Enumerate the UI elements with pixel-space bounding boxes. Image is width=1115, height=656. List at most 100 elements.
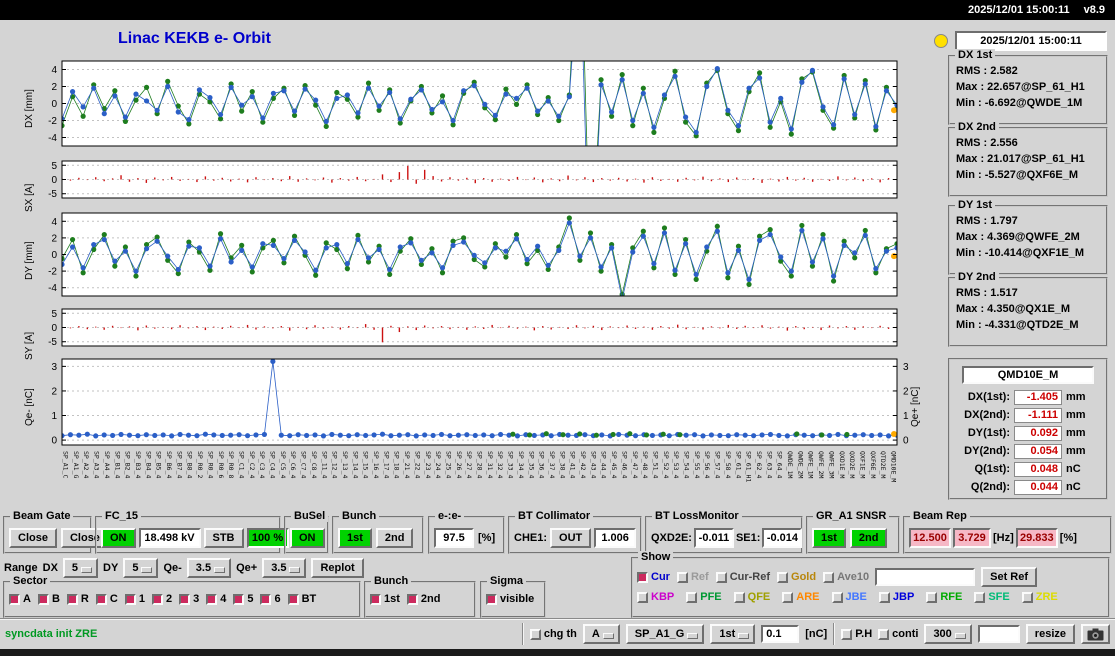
dy-orbit-plot: 4 2 0 -2 -4 [48, 212, 898, 297]
bpm-label-sp_16_4: SP_16_4 [372, 451, 380, 479]
show-region-label-jbe: JBE [845, 591, 867, 603]
sector-label-2: 2 [165, 593, 173, 605]
threshold-input[interactable] [761, 625, 800, 643]
svg-text:-2: -2 [48, 267, 57, 278]
svg-text:0: 0 [51, 436, 57, 447]
bpm-label-sp_61_4: SP_61_4 [734, 451, 743, 479]
range-dx-select[interactable]: 5 [62, 558, 99, 578]
beam-gate-close-button-1[interactable]: Close [9, 528, 57, 548]
show-region-checkbox-are[interactable] [782, 591, 794, 603]
bpm-label-sp_64_4: SP_64_4 [775, 451, 784, 479]
gr-snsr-2nd-button[interactable]: 2nd [849, 528, 888, 548]
show-region-checkbox-zre[interactable] [1021, 591, 1033, 603]
sector-label-3: 3 [193, 593, 200, 605]
show-region-checkbox-sfe[interactable] [974, 591, 986, 603]
sector-item-4: 4 [206, 593, 226, 605]
range-dy-label: DY [103, 562, 119, 574]
device-sp-select[interactable]: SP_A1_G [625, 624, 705, 644]
bpm-label-sp_r0_2: SP_R0_2 [196, 451, 205, 479]
sector-checkbox-4[interactable] [206, 593, 218, 605]
bt-loss-se1-label: SE1: [735, 532, 761, 544]
sector-checkbox-a[interactable] [9, 593, 20, 605]
sector-checkbox-3[interactable] [179, 593, 191, 605]
show-region-checkbox-kbp[interactable] [637, 591, 648, 603]
device-a-select[interactable]: A [582, 624, 620, 644]
fc15-on-button[interactable]: ON [101, 528, 136, 548]
bpm-label-sp_c5_4: SP_C5_4 [278, 451, 287, 479]
bpm-label-sp_a3_4: SP_A3_4 [92, 451, 101, 479]
sector-checkbox-5[interactable] [233, 593, 245, 605]
sigma-checkbox-visible[interactable] [486, 593, 497, 605]
show-checkbox-ref[interactable] [676, 571, 688, 583]
beam-rep-pct-unit: [%] [1059, 532, 1077, 544]
set-ref-button[interactable]: Set Ref [981, 567, 1038, 587]
sector-checkbox-6[interactable] [260, 593, 272, 605]
bunch-filter-item-1st: 1st [370, 593, 400, 605]
bt-collimator-out-button[interactable]: OUT [550, 528, 592, 548]
svg-text:1: 1 [903, 411, 909, 422]
sector-checkbox-r[interactable] [66, 593, 78, 605]
sector-checkbox-bt[interactable] [287, 593, 299, 605]
show-checkbox-cur[interactable] [637, 571, 648, 583]
ph-checkbox[interactable] [841, 628, 853, 640]
readout-label: DY(2nd): [964, 445, 1010, 457]
sector-checkbox-2[interactable] [151, 593, 163, 605]
bpm-label-qmd10e_m: QMD10E_M [889, 451, 898, 483]
sector-item-bt: BT [287, 593, 316, 605]
readout-value: -1.405 [1014, 389, 1062, 405]
chg-th-label: chg th [543, 628, 577, 640]
bunch-2nd-button[interactable]: 2nd [375, 528, 414, 548]
stat-max-value: Max : 4.369@QWFE_2M [956, 231, 1080, 243]
statusbar-separator-2 [833, 623, 836, 645]
fc15-stb-button[interactable]: STB [203, 528, 244, 548]
bunch-filter-checkbox-2nd[interactable] [406, 593, 418, 605]
status-led-icon [934, 34, 948, 48]
bpm-label-sp_33_4: SP_33_4 [506, 451, 515, 479]
show-region-checkbox-qfe[interactable] [733, 591, 745, 603]
show-checkbox-ave10[interactable] [823, 571, 835, 583]
bpm-label-sp_23_4: SP_23_4 [423, 451, 432, 479]
bpm-label-sp_63_4: SP_63_4 [765, 451, 774, 479]
sector-item-r: R [66, 593, 89, 605]
beam-rep-title: Beam Rep [910, 510, 970, 522]
fc15-title: FC_15 [102, 510, 142, 522]
status-message: syncdata init ZRE [5, 628, 98, 640]
show-region-checkbox-rfe[interactable] [926, 591, 938, 603]
bpm-label-qwde_1m: QWDE_1M [786, 451, 794, 479]
show-label-ave10: Ave10 [837, 571, 870, 583]
bpm-label-sp_43_4: SP_43_4 [589, 451, 598, 479]
range-dy-select[interactable]: 5 [123, 558, 159, 578]
sector-checkbox-b[interactable] [37, 593, 49, 605]
bpm-label-sp_13_4: SP_13_4 [340, 451, 349, 479]
show-region-checkbox-jbe[interactable] [831, 591, 843, 603]
chg-th-checkbox[interactable] [529, 628, 541, 640]
stat-max-value: Max : 21.017@SP_61_H1 [956, 153, 1085, 165]
bt-loss-se1-value: -0.014 [762, 528, 803, 548]
range-qe-minus-select[interactable]: 3.5 [186, 558, 232, 578]
bpm-label-qwde_2m: QWDE_2M [796, 451, 805, 479]
bunch-order-select[interactable]: 1st [710, 624, 756, 644]
status-bar: syncdata init ZRE chg th A SP_A1_G 1st [… [0, 621, 1115, 647]
gr-snsr-1st-button[interactable]: 1st [812, 528, 846, 548]
beam-rep-value-2: 3.729 [953, 528, 991, 548]
show-checkbox-cur-ref[interactable] [715, 571, 727, 583]
range-qe-plus-select[interactable]: 3.5 [262, 558, 307, 578]
screenshot-button[interactable] [1081, 624, 1110, 644]
bunch-1st-button[interactable]: 1st [338, 528, 372, 548]
show-region-item-kbp: KBP [637, 591, 674, 603]
ref-name-input[interactable] [875, 568, 976, 586]
busel-on-button[interactable]: ON [290, 528, 325, 548]
show-region-checkbox-jbp[interactable] [878, 591, 890, 603]
show-title: Show [638, 551, 674, 563]
aux-input[interactable] [977, 625, 1020, 643]
resize-button[interactable]: resize [1025, 624, 1075, 644]
conti-checkbox[interactable] [878, 628, 890, 640]
replot-button[interactable]: Replot [311, 558, 364, 578]
interval-select[interactable]: 300 [924, 624, 972, 644]
sector-checkbox-1[interactable] [124, 593, 136, 605]
sector-checkbox-c[interactable] [95, 593, 107, 605]
stat-box-title: DY 1st [955, 199, 996, 211]
bunch-filter-checkbox-1st[interactable] [370, 593, 381, 605]
show-region-checkbox-pfe[interactable] [686, 591, 698, 603]
show-checkbox-gold[interactable] [777, 571, 789, 583]
